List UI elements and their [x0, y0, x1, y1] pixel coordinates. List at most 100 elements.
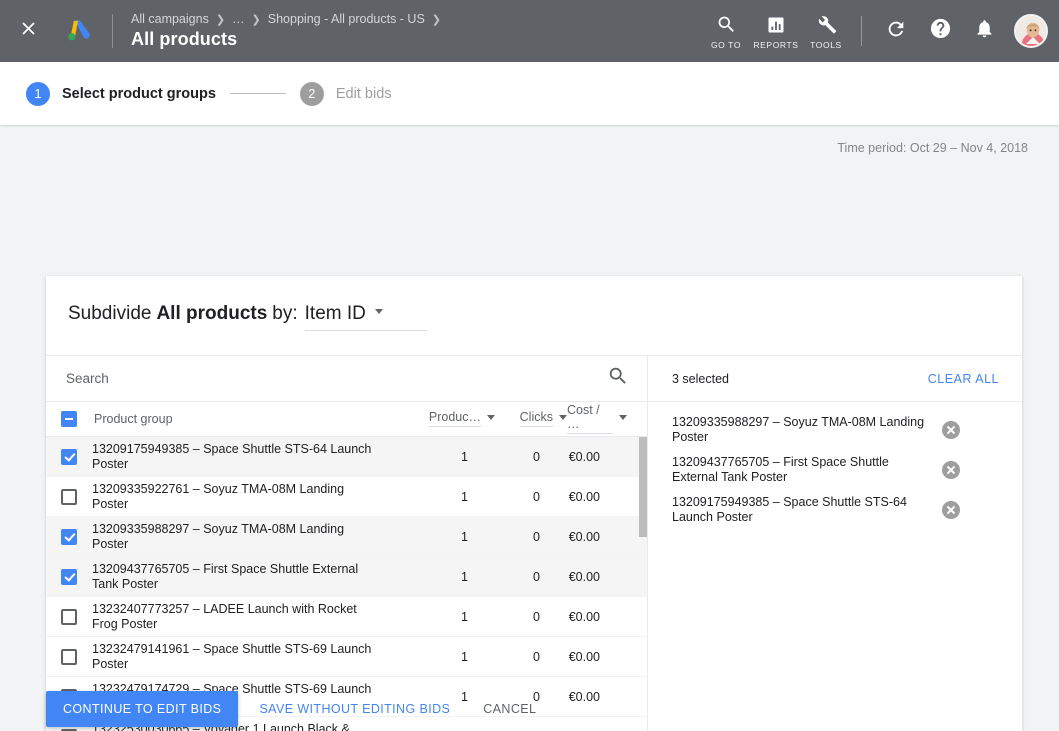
row-checkbox-cell: [46, 449, 92, 465]
wrench-icon: [816, 13, 837, 37]
continue-to-edit-bids-button[interactable]: CONTINUE TO EDIT BIDS: [46, 691, 238, 727]
notifications-button[interactable]: [962, 9, 1006, 53]
row-checkbox[interactable]: [61, 449, 77, 465]
cell-products: 1: [382, 570, 468, 584]
refresh-button[interactable]: [874, 9, 918, 53]
chevron-right-icon: ❯: [216, 13, 225, 26]
chevron-down-icon: [487, 415, 495, 420]
chevron-right-icon: ❯: [432, 13, 441, 26]
footer-actions: CONTINUE TO EDIT BIDS SAVE WITHOUT EDITI…: [0, 660, 1059, 727]
remove-circle-icon[interactable]: [942, 461, 960, 479]
row-checkbox-cell: [46, 569, 92, 585]
close-icon: [18, 18, 39, 44]
cancel-button[interactable]: CANCEL: [471, 691, 548, 727]
dimension-dropdown[interactable]: Item ID: [305, 303, 427, 331]
subdivide-by-label: by:: [272, 303, 297, 325]
chevron-down-icon: [619, 415, 627, 420]
subdivide-prefix-label: Subdivide: [68, 303, 151, 325]
select-all-checkbox-cell: [46, 411, 92, 427]
wizard-stepper: 1 Select product groups 2 Edit bids: [0, 62, 1059, 125]
row-checkbox-cell: [46, 609, 92, 625]
selected-item-label: 13209437765705 – First Space Shuttle Ext…: [672, 455, 934, 485]
step-1-number: 1: [26, 82, 50, 106]
reports-button[interactable]: REPORTS: [751, 0, 801, 62]
selected-item: 13209437765705 – First Space Shuttle Ext…: [648, 450, 1021, 490]
table-row[interactable]: 13209335988297 – Soyuz TMA-08M Landing P…: [46, 517, 647, 557]
header-divider: [112, 14, 113, 48]
column-header-products[interactable]: Produc…: [409, 410, 495, 428]
column-header-products-label: Produc…: [429, 410, 481, 427]
breadcrumb-item-1[interactable]: …: [232, 12, 245, 26]
step-edit-bids[interactable]: 2 Edit bids: [300, 82, 392, 106]
breadcrumb: All campaigns ❯ … ❯ Shopping - All produ…: [131, 12, 448, 26]
save-without-editing-bids-button[interactable]: SAVE WITHOUT EDITING BIDS: [247, 691, 462, 727]
avatar[interactable]: [1014, 14, 1048, 48]
breadcrumb-and-title: All campaigns ❯ … ❯ Shopping - All produ…: [131, 12, 448, 50]
notifications-bell-icon: [974, 18, 995, 44]
cell-clicks: 0: [468, 570, 540, 584]
selection-panel-header: 3 selected CLEAR ALL: [648, 356, 1021, 402]
cell-product-group: 13232407773257 – LADEE Launch with Rocke…: [92, 602, 382, 632]
column-header-product-group: Product group: [92, 412, 409, 426]
cell-clicks: 0: [468, 490, 540, 504]
cell-products: 1: [382, 530, 468, 544]
row-checkbox[interactable]: [61, 609, 77, 625]
tools-button[interactable]: TOOLS: [801, 0, 851, 62]
cell-cost: €0.00: [540, 610, 620, 624]
tools-label: TOOLS: [810, 40, 842, 50]
google-ads-logo[interactable]: [58, 11, 98, 51]
cell-clicks: 0: [468, 530, 540, 544]
table-row[interactable]: 13232407773257 – LADEE Launch with Rocke…: [46, 597, 647, 637]
page-title: All products: [131, 29, 448, 50]
subdivide-target-label: All products: [156, 303, 267, 325]
column-header-cost-label: Cost / …: [567, 403, 613, 434]
table-row[interactable]: 13209335922761 – Soyuz TMA-08M Landing P…: [46, 477, 647, 517]
remove-circle-icon[interactable]: [942, 501, 960, 519]
refresh-icon: [885, 18, 907, 45]
table-scrollbar-thumb[interactable]: [639, 437, 647, 537]
row-checkbox[interactable]: [61, 489, 77, 505]
column-header-clicks-label: Clicks: [520, 410, 553, 427]
go-to-button[interactable]: GO TO: [701, 0, 751, 62]
dimension-value: Item ID: [305, 303, 366, 325]
help-button[interactable]: [918, 9, 962, 53]
cell-cost: €0.00: [540, 530, 620, 544]
search-input[interactable]: [66, 371, 607, 386]
bar-chart-icon: [766, 13, 786, 37]
cell-products: 1: [382, 490, 468, 504]
row-checkbox[interactable]: [61, 529, 77, 545]
row-checkbox-cell: [46, 529, 92, 545]
help-icon: [929, 17, 952, 45]
header-actions-divider: [861, 16, 862, 46]
clear-all-button[interactable]: CLEAR ALL: [928, 372, 999, 386]
column-header-cost[interactable]: Cost / …: [567, 403, 647, 435]
step-2-label: Edit bids: [336, 86, 392, 102]
search-icon[interactable]: [607, 365, 629, 392]
remove-circle-icon[interactable]: [942, 421, 960, 439]
breadcrumb-item-2[interactable]: Shopping - All products - US: [268, 12, 425, 26]
column-header-clicks[interactable]: Clicks: [495, 410, 567, 428]
select-all-checkbox[interactable]: [61, 411, 77, 427]
selected-item: 13209175949385 – Space Shuttle STS-64 La…: [648, 490, 1021, 530]
search-icon: [716, 13, 737, 37]
cell-product-group: 13209335988297 – Soyuz TMA-08M Landing P…: [92, 522, 382, 552]
cell-products: 1: [382, 610, 468, 624]
reports-label: REPORTS: [753, 40, 798, 50]
close-button[interactable]: [0, 0, 56, 62]
row-checkbox-cell: [46, 489, 92, 505]
chevron-down-icon: [375, 309, 383, 314]
chevron-down-icon: [559, 415, 567, 420]
table-row[interactable]: 13209437765705 – First Space Shuttle Ext…: [46, 557, 647, 597]
app-header-bar: All campaigns ❯ … ❯ Shopping - All produ…: [0, 0, 1059, 62]
breadcrumb-item-0[interactable]: All campaigns: [131, 12, 209, 26]
row-checkbox[interactable]: [61, 569, 77, 585]
go-to-label: GO TO: [711, 40, 741, 50]
time-period-label: Time period: Oct 29 – Nov 4, 2018: [0, 125, 1059, 155]
table-row[interactable]: 13209175949385 – Space Shuttle STS-64 La…: [46, 437, 647, 477]
cell-product-group: 13209175949385 – Space Shuttle STS-64 La…: [92, 442, 382, 472]
search-row: [46, 356, 647, 402]
cell-cost: €0.00: [540, 490, 620, 504]
step-select-product-groups[interactable]: 1 Select product groups: [26, 82, 216, 106]
stepper-connector: [230, 93, 286, 94]
cell-products: 1: [382, 450, 468, 464]
